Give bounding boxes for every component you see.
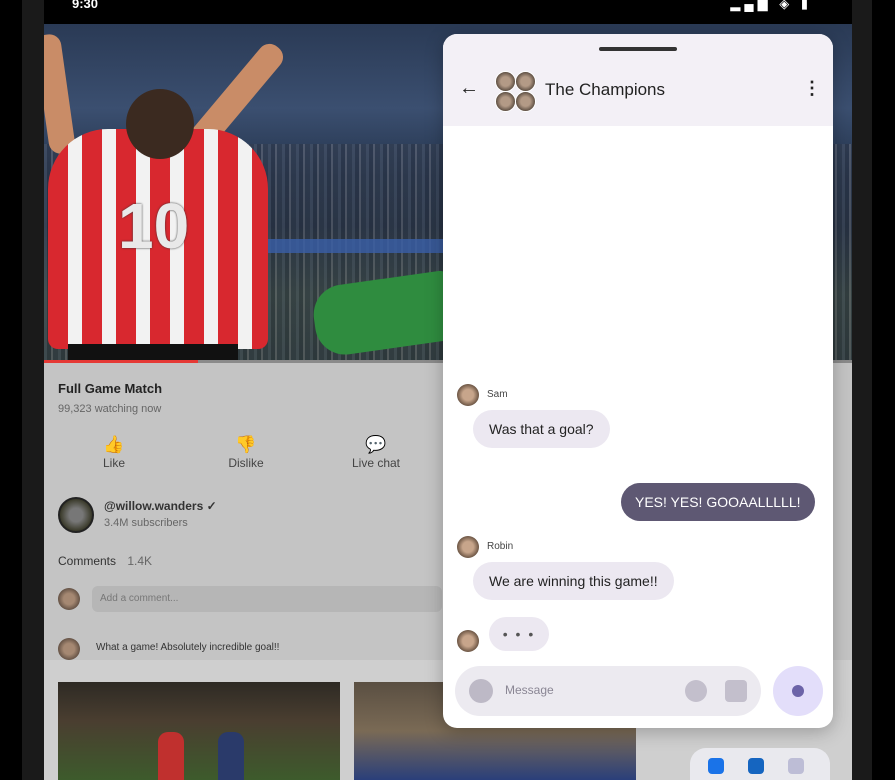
chat-title: The Champions <box>545 80 666 99</box>
status-icons: ▂▄▆ ◈ ▮ <box>730 0 812 11</box>
player-figure <box>158 732 184 780</box>
emoji-icon[interactable] <box>469 679 493 703</box>
message-bubble: YES! YES! GOOAALLLLL! <box>621 483 815 521</box>
player-arm <box>44 32 77 156</box>
message-input[interactable]: Message <box>505 683 554 697</box>
avatar <box>495 71 516 92</box>
avatar <box>457 630 479 652</box>
message-bubble: We are winning this game!! <box>473 562 674 600</box>
avatar <box>457 384 479 406</box>
comments-label: Comments <box>58 554 117 568</box>
send-icon <box>792 685 804 697</box>
message-compose: Message <box>455 666 761 716</box>
like-label: Like <box>102 456 125 470</box>
comments-count: 1.4K <box>127 554 153 568</box>
dislike-button[interactable]: 👎 Dislike <box>206 434 286 470</box>
more-vert-icon[interactable]: ⋮ <box>803 78 821 99</box>
app-icon[interactable] <box>788 758 804 774</box>
status-bar: 9:30 ▂▄▆ ◈ ▮ <box>44 0 852 24</box>
add-comment-input[interactable]: Add a comment... <box>92 586 442 612</box>
comments-header[interactable]: Comments 1.4K <box>58 554 152 568</box>
live-chat-icon: 💬 <box>365 435 387 454</box>
app-icon[interactable] <box>708 758 724 774</box>
drag-handle[interactable] <box>599 47 677 51</box>
app-icon[interactable] <box>748 758 764 774</box>
channel-name[interactable]: @willow.wanders ✓ <box>104 499 217 513</box>
avatar <box>58 588 80 610</box>
status-time: 9:30 <box>72 0 99 11</box>
live-chat-button[interactable]: 💬 Live chat <box>336 434 416 470</box>
dislike-label: Dislike <box>228 456 264 470</box>
avatar <box>495 91 516 112</box>
thumb-down-icon: 👎 <box>235 435 257 454</box>
player-jersey: 10 <box>48 129 268 349</box>
avatar <box>58 638 80 660</box>
player-figure: 10 <box>44 32 288 362</box>
avatar <box>515 71 536 92</box>
chat-header: ← The Champions ⋮ <box>443 34 833 126</box>
image-icon[interactable] <box>725 680 747 702</box>
channel-subscribers: 3.4M subscribers <box>104 517 188 529</box>
avatar <box>515 91 536 112</box>
gif-icon[interactable] <box>685 680 707 702</box>
send-button[interactable] <box>773 666 823 716</box>
back-arrow-icon[interactable]: ← <box>457 76 481 100</box>
player-figure <box>218 732 244 780</box>
avatar <box>457 536 479 558</box>
video-title: Full Game Match <box>58 381 163 396</box>
related-video-thumbnail[interactable] <box>58 682 340 780</box>
message-bubble: Was that a goal? <box>473 410 610 448</box>
thumb-up-icon: 👍 <box>103 435 125 454</box>
live-chat-label: Live chat <box>351 456 401 470</box>
jersey-number: 10 <box>118 190 190 262</box>
top-comment: What a game! Absolutely incredible goal!… <box>96 642 280 653</box>
channel-avatar[interactable] <box>58 497 94 533</box>
player-head <box>126 89 194 159</box>
like-button[interactable]: 👍 Like <box>74 434 154 470</box>
sender-name: Sam <box>487 389 508 400</box>
typing-indicator: • • • <box>489 617 549 651</box>
chat-bubble-panel: ← The Champions ⋮ Sam Was that a goal? Y… <box>443 34 833 728</box>
bubble-dock <box>690 748 830 780</box>
sender-name: Robin <box>487 541 514 552</box>
action-row: 👍 Like 👎 Dislike 💬 Live chat <box>74 434 434 484</box>
group-avatar <box>495 71 536 112</box>
watching-count: 99,323 watching now <box>58 403 162 415</box>
